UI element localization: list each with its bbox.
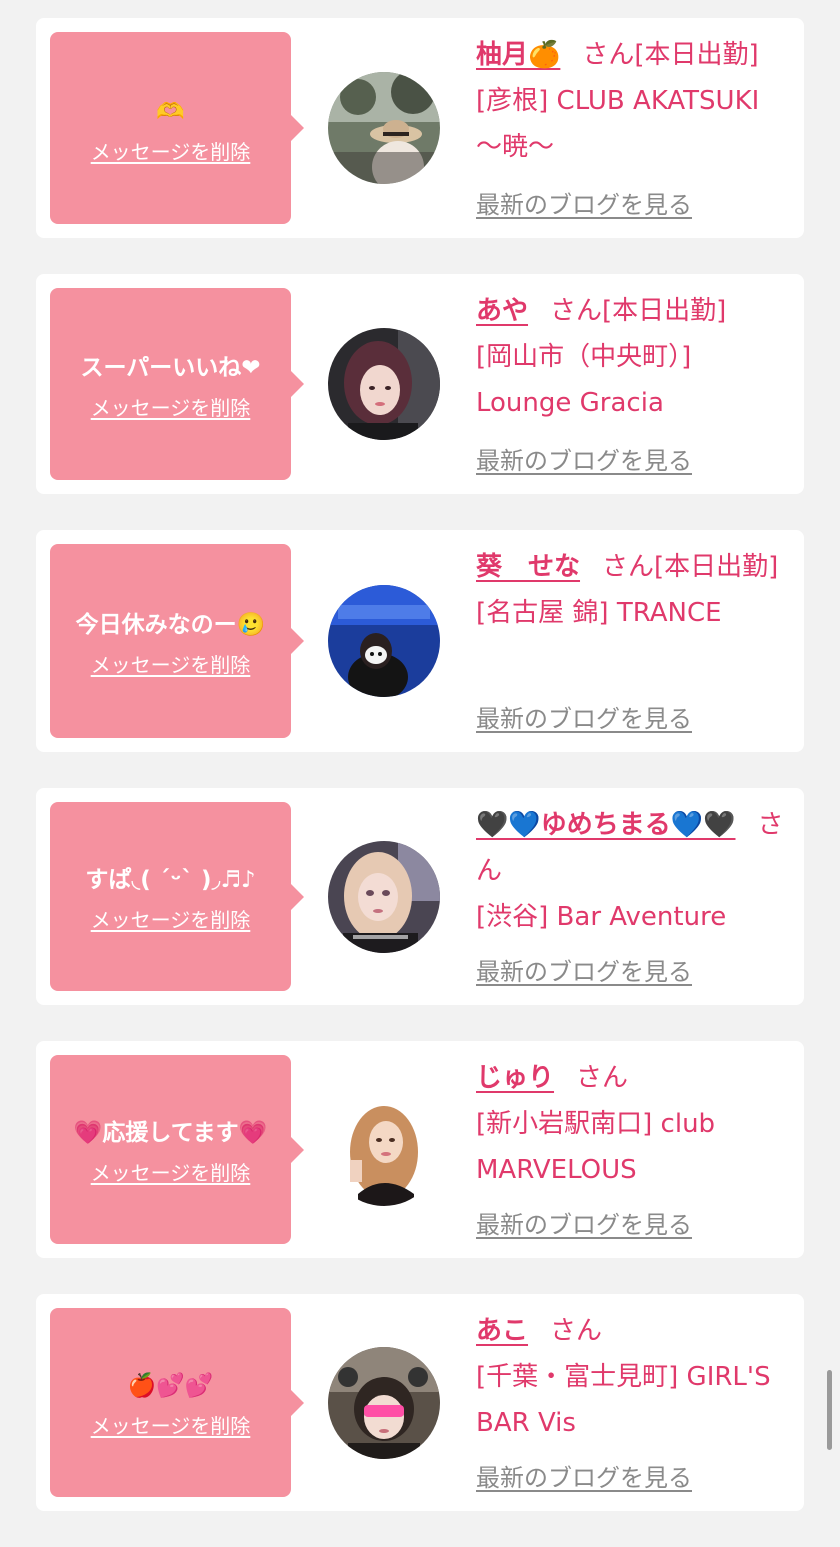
status-text: さん (550, 1316, 603, 1346)
view-blog-link[interactable]: 最新のブログを見る (476, 952, 692, 987)
message-bubble: スーパーいいね❤ メッセージを削除 (50, 288, 304, 480)
card-info: 柚月🍊 さん[本日出勤] [彦根] CLUB AKATSUKI 〜暁〜 (476, 32, 790, 170)
avatar-photo (328, 328, 440, 440)
avatar-photo (328, 585, 440, 697)
shop-text: [新小岩駅南口] club MARVELOUS (476, 1109, 716, 1185)
message-card: 🫶 メッセージを削除 柚月🍊 さん[本日出勤] [彦根] CLUB AKATSUK… (36, 18, 804, 238)
avatar-photo (328, 840, 440, 953)
message-card: スーパーいいね❤ メッセージを削除 あや さん[本日出勤] [岡山市（中央町）] … (36, 274, 804, 494)
cast-name-link[interactable]: 🖤💙ゆめちまる💙🖤 (476, 810, 736, 840)
name-line: あこ さん (476, 1308, 790, 1354)
avatar[interactable] (328, 1346, 440, 1459)
cast-name-link[interactable]: 葵 せな (476, 552, 580, 582)
message-text: スーパーいいね❤ (80, 354, 261, 381)
view-blog-link[interactable]: 最新のブログを見る (476, 185, 692, 220)
name-line: 🖤💙ゆめちまる💙🖤 さん (476, 802, 790, 894)
shop-text: [彦根] CLUB AKATSUKI 〜暁〜 (476, 86, 760, 162)
status-text: さん[本日出勤] (550, 296, 727, 326)
message-card: 今日休みなのー🥲 メッセージを削除 葵 せな さん[本日出勤] [名古屋 錦] T… (36, 530, 804, 752)
avatar[interactable] (328, 585, 440, 697)
message-text: 💗応援してます💗 (73, 1120, 268, 1146)
delete-message-link[interactable]: メッセージを削除 (91, 649, 251, 678)
card-info: 葵 せな さん[本日出勤] [名古屋 錦] TRANCE (476, 544, 790, 636)
avatar-photo (328, 1093, 440, 1206)
name-line: あや さん[本日出勤] (476, 288, 790, 334)
status-text: さん[本日出勤] (582, 40, 759, 70)
status-text: さん (576, 1063, 629, 1093)
delete-message-link[interactable]: メッセージを削除 (91, 1157, 251, 1186)
avatar[interactable] (328, 328, 440, 440)
scrollbar[interactable] (827, 1370, 832, 1450)
view-blog-link[interactable]: 最新のブログを見る (476, 1458, 692, 1493)
message-bubble: 🍎💕💕 メッセージを削除 (50, 1308, 304, 1497)
view-blog-link[interactable]: 最新のブログを見る (476, 699, 692, 734)
shop-text: [岡山市（中央町）] Lounge Gracia (476, 342, 692, 418)
card-info: あこ さん [千葉・富士見町] GIRL'S BAR Vis (476, 1308, 790, 1446)
cast-name-link[interactable]: あや (476, 296, 528, 326)
message-text: 🫶 (156, 98, 185, 125)
delete-message-link[interactable]: メッセージを削除 (91, 392, 251, 421)
cast-name-link[interactable]: あこ (476, 1316, 528, 1346)
message-bubble: すぱ◟( ˊᵕˋ )◞♬♪ メッセージを削除 (50, 802, 304, 991)
message-bubble: 💗応援してます💗 メッセージを削除 (50, 1055, 304, 1244)
message-card: 💗応援してます💗 メッセージを削除 じゅり さん [新小岩駅南口] club MA… (36, 1041, 804, 1258)
card-info: 🖤💙ゆめちまる💙🖤 さん [渋谷] Bar Aventure (476, 802, 790, 940)
message-card: 🍎💕💕 メッセージを削除 あこ さん [千葉・富士見町] GIRL'S BAR V… (36, 1294, 804, 1511)
shop-text: [渋谷] Bar Aventure (476, 902, 727, 932)
message-bubble: 今日休みなのー🥲 メッセージを削除 (50, 544, 304, 738)
message-card: すぱ◟( ˊᵕˋ )◞♬♪ メッセージを削除 🖤💙ゆめちまる💙🖤 さん [渋谷] … (36, 788, 804, 1005)
cast-name-link[interactable]: 柚月🍊 (476, 40, 560, 70)
view-blog-link[interactable]: 最新のブログを見る (476, 441, 692, 476)
view-blog-link[interactable]: 最新のブログを見る (476, 1205, 692, 1240)
name-line: 葵 せな さん[本日出勤] (476, 544, 790, 590)
avatar[interactable] (328, 840, 440, 953)
message-text: すぱ◟( ˊᵕˋ )◞♬♪ (85, 867, 256, 893)
card-info: あや さん[本日出勤] [岡山市（中央町）] Lounge Gracia (476, 288, 790, 426)
message-bubble: 🫶 メッセージを削除 (50, 32, 304, 224)
shop-text: [千葉・富士見町] GIRL'S BAR Vis (476, 1362, 771, 1438)
avatar-photo (328, 1346, 440, 1459)
avatar-photo (328, 72, 440, 184)
shop-text: [名古屋 錦] TRANCE (476, 598, 722, 628)
status-text: さん[本日出勤] (602, 552, 779, 582)
delete-message-link[interactable]: メッセージを削除 (91, 1410, 251, 1439)
avatar[interactable] (328, 72, 440, 184)
message-text: 🍎💕💕 (127, 1373, 214, 1399)
name-line: 柚月🍊 さん[本日出勤] (476, 32, 790, 78)
name-line: じゅり さん (476, 1055, 790, 1101)
message-list: 🫶 メッセージを削除 柚月🍊 さん[本日出勤] [彦根] CLUB AKATSUK… (36, 18, 804, 1547)
cast-name-link[interactable]: じゅり (476, 1063, 554, 1093)
avatar[interactable] (328, 1093, 440, 1206)
message-text: 今日休みなのー🥲 (75, 611, 266, 638)
card-info: じゅり さん [新小岩駅南口] club MARVELOUS (476, 1055, 790, 1193)
delete-message-link[interactable]: メッセージを削除 (91, 136, 251, 165)
delete-message-link[interactable]: メッセージを削除 (91, 904, 251, 933)
